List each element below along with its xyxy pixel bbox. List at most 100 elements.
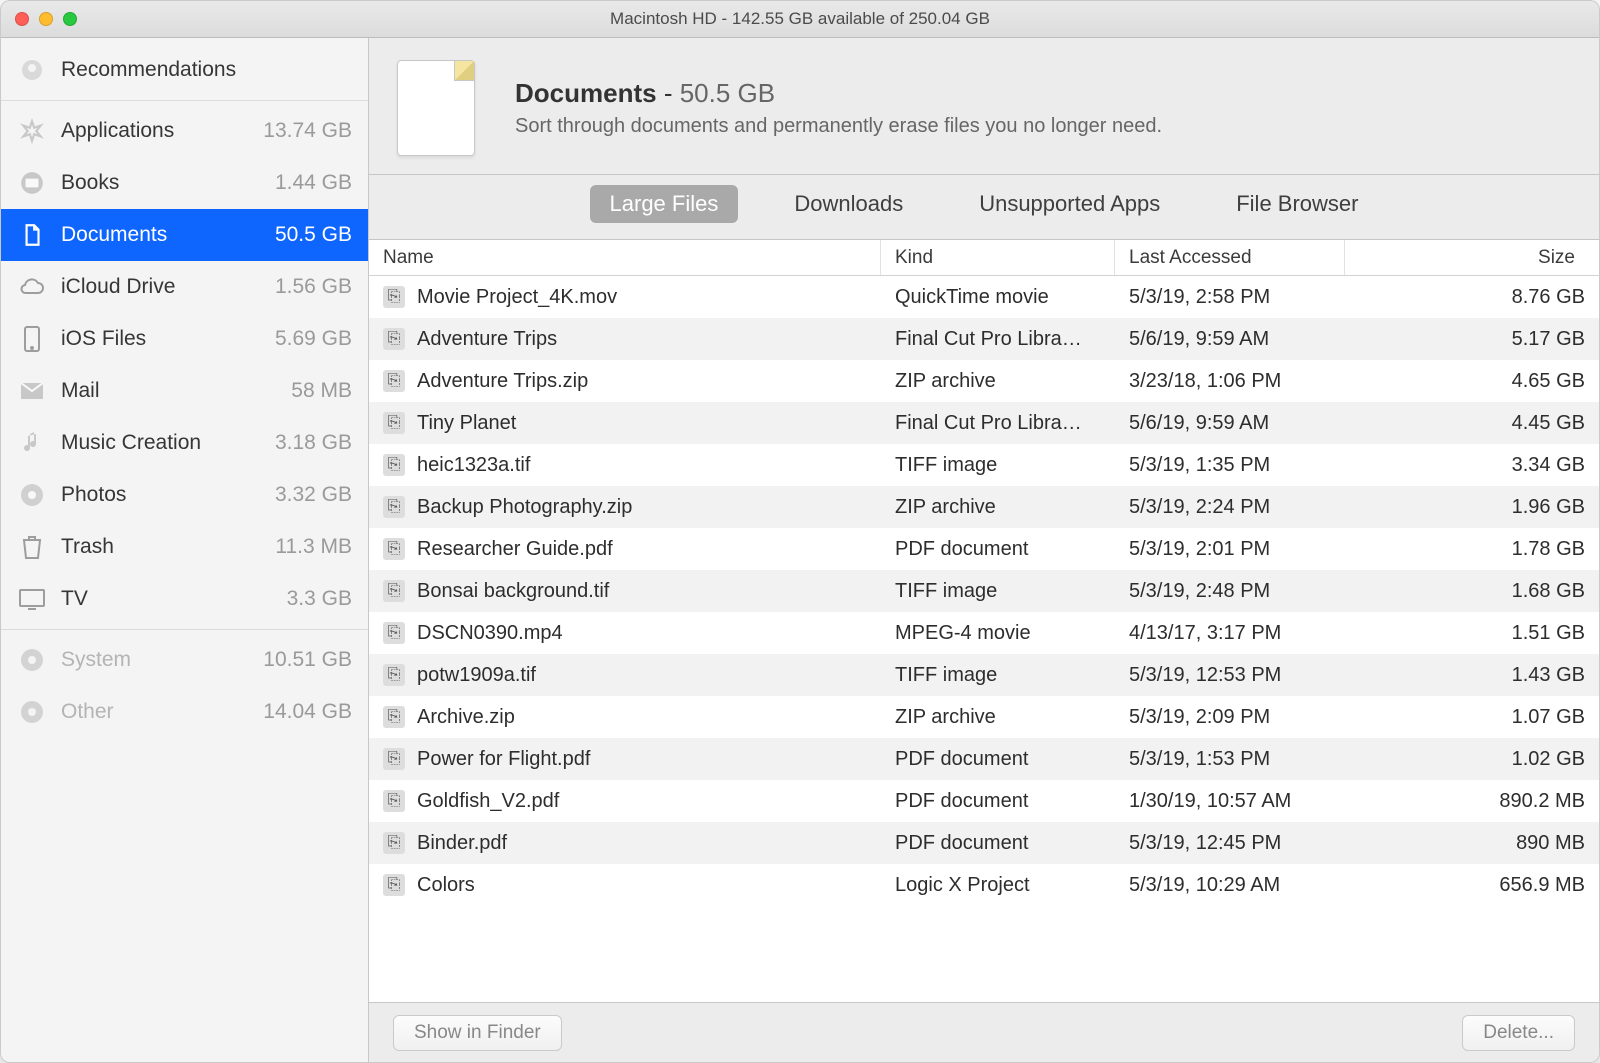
sidebar-item-system[interactable]: System 10.51 GB — [1, 634, 368, 686]
column-header-accessed[interactable]: Last Accessed — [1115, 240, 1345, 275]
table-row[interactable]: ⎘Movie Project_4K.movQuickTime movie5/3/… — [369, 276, 1599, 318]
titlebar[interactable]: Macintosh HD - 142.55 GB available of 25… — [1, 1, 1599, 38]
sidebar-item-label: Mail — [61, 379, 100, 403]
window-title: Macintosh HD - 142.55 GB available of 25… — [1, 9, 1599, 29]
file-icon: ⎘ — [383, 286, 405, 308]
sidebar-item-recommendations[interactable]: Recommendations — [1, 44, 368, 96]
table-row[interactable]: ⎘Goldfish_V2.pdfPDF document1/30/19, 10:… — [369, 780, 1599, 822]
file-kind: TIFF image — [881, 580, 1115, 603]
sidebar-item-size: 11.3 MB — [275, 535, 352, 559]
table-row[interactable]: ⎘Bonsai background.tifTIFF image5/3/19, … — [369, 570, 1599, 612]
sidebar-item-tv[interactable]: TV 3.3 GB — [1, 573, 368, 625]
sidebar: Recommendations Applications 13.74 GB Bo… — [1, 38, 369, 1062]
sidebar-item-other[interactable]: Other 14.04 GB — [1, 686, 368, 738]
file-icon: ⎘ — [383, 706, 405, 728]
file-icon: ⎘ — [383, 832, 405, 854]
file-accessed: 5/6/19, 9:59 AM — [1115, 328, 1345, 351]
main-content: Documents - 50.5 GB Sort through documen… — [369, 38, 1599, 1062]
sidebar-item-label: iCloud Drive — [61, 275, 175, 299]
file-size: 3.34 GB — [1345, 454, 1599, 477]
file-icon: ⎘ — [383, 622, 405, 644]
file-size: 1.51 GB — [1345, 622, 1599, 645]
sidebar-item-size: 3.32 GB — [275, 483, 352, 507]
tab-large-files[interactable]: Large Files — [590, 185, 739, 223]
file-kind: ZIP archive — [881, 706, 1115, 729]
table-row[interactable]: ⎘heic1323a.tifTIFF image5/3/19, 1:35 PM3… — [369, 444, 1599, 486]
file-size: 5.17 GB — [1345, 328, 1599, 351]
file-name: Goldfish_V2.pdf — [417, 790, 559, 813]
sidebar-item-icloud-drive[interactable]: iCloud Drive 1.56 GB — [1, 261, 368, 313]
table-row[interactable]: ⎘ Backup Photography.zip ZIP archive5/3/19… — [369, 486, 1599, 528]
sidebar-item-label: Music Creation — [61, 431, 201, 455]
sidebar-item-mail[interactable]: Mail 58 MB — [1, 365, 368, 417]
gear-icon — [17, 697, 47, 727]
file-kind: TIFF image — [881, 454, 1115, 477]
file-size: 8.76 GB — [1345, 286, 1599, 309]
file-size: 1.96 GB — [1345, 496, 1599, 519]
category-header: Documents - 50.5 GB Sort through documen… — [369, 38, 1599, 174]
applications-icon — [17, 116, 47, 146]
file-icon: ⎘ — [383, 496, 405, 518]
icloud-icon — [17, 272, 47, 302]
sidebar-item-books[interactable]: Books 1.44 GB — [1, 157, 368, 209]
file-kind: MPEG-4 movie — [881, 622, 1115, 645]
sidebar-item-applications[interactable]: Applications 13.74 GB — [1, 105, 368, 157]
column-header-name[interactable]: Name — [369, 240, 881, 275]
sidebar-item-label: Photos — [61, 483, 126, 507]
file-name: Backup Photography.zip — [417, 496, 632, 519]
file-accessed: 5/3/19, 1:53 PM — [1115, 748, 1345, 771]
file-size: 1.07 GB — [1345, 706, 1599, 729]
tab-unsupported-apps[interactable]: Unsupported Apps — [959, 185, 1180, 223]
sidebar-item-label: Books — [61, 171, 119, 195]
file-accessed: 5/3/19, 2:58 PM — [1115, 286, 1345, 309]
file-accessed: 5/3/19, 2:48 PM — [1115, 580, 1345, 603]
file-icon: ⎘ — [383, 874, 405, 896]
table-row[interactable]: ⎘ColorsLogic X Project5/3/19, 10:29 AM65… — [369, 864, 1599, 906]
photos-icon — [17, 480, 47, 510]
file-icon: ⎘ — [383, 664, 405, 686]
file-size: 656.9 MB — [1345, 874, 1599, 897]
file-size: 1.78 GB — [1345, 538, 1599, 561]
table-row[interactable]: ⎘Archive.zipZIP archive5/3/19, 2:09 PM1.… — [369, 696, 1599, 738]
tab-downloads[interactable]: Downloads — [774, 185, 923, 223]
sidebar-item-size: 50.5 GB — [275, 223, 352, 247]
file-kind: Final Cut Pro Libra… — [881, 412, 1115, 435]
table-row[interactable]: ⎘Power for Flight.pdfPDF document5/3/19,… — [369, 738, 1599, 780]
table-row[interactable]: ⎘Tiny PlanetFinal Cut Pro Libra…5/6/19, … — [369, 402, 1599, 444]
delete-button[interactable]: Delete... — [1462, 1015, 1575, 1051]
show-in-finder-button[interactable]: Show in Finder — [393, 1015, 562, 1051]
tab-file-browser[interactable]: File Browser — [1216, 185, 1378, 223]
sidebar-divider — [1, 100, 368, 101]
sidebar-item-ios-files[interactable]: iOS Files 5.69 GB — [1, 313, 368, 365]
column-header-kind[interactable]: Kind — [881, 240, 1115, 275]
file-name: Binder.pdf — [417, 832, 507, 855]
sidebar-item-photos[interactable]: Photos 3.32 GB — [1, 469, 368, 521]
table-row[interactable]: ⎘potw1909a.tifTIFF image5/3/19, 12:53 PM… — [369, 654, 1599, 696]
sidebar-item-music-creation[interactable]: Music Creation 3.18 GB — [1, 417, 368, 469]
sidebar-divider — [1, 629, 368, 630]
file-kind: ZIP archive — [881, 496, 1115, 519]
documents-icon — [17, 220, 47, 250]
file-kind: QuickTime movie — [881, 286, 1115, 309]
file-accessed: 5/3/19, 2:01 PM — [1115, 538, 1345, 561]
table-body[interactable]: ⎘Movie Project_4K.movQuickTime movie5/3/… — [369, 276, 1599, 1002]
table-row[interactable]: ⎘DSCN0390.mp4MPEG-4 movie4/13/17, 3:17 P… — [369, 612, 1599, 654]
file-name: Archive.zip — [417, 706, 515, 729]
sidebar-item-label: Other — [61, 700, 114, 724]
sidebar-item-trash[interactable]: Trash 11.3 MB — [1, 521, 368, 573]
sidebar-item-size: 58 MB — [291, 379, 352, 403]
category-subtitle: Sort through documents and permanently e… — [515, 115, 1162, 138]
table-row[interactable]: ⎘Adventure Trips.zipZIP archive3/23/18, … — [369, 360, 1599, 402]
file-accessed: 3/23/18, 1:06 PM — [1115, 370, 1345, 393]
table-row[interactable]: ⎘Adventure TripsFinal Cut Pro Libra…5/6/… — [369, 318, 1599, 360]
table-row[interactable]: ⎘Researcher Guide.pdfPDF document5/3/19,… — [369, 528, 1599, 570]
file-size: 4.45 GB — [1345, 412, 1599, 435]
file-kind: PDF document — [881, 748, 1115, 771]
table-row[interactable]: ⎘Binder.pdfPDF document5/3/19, 12:45 PM8… — [369, 822, 1599, 864]
column-header-size[interactable]: Size — [1345, 240, 1599, 275]
file-accessed: 5/3/19, 2:24 PM — [1115, 496, 1345, 519]
file-size: 4.65 GB — [1345, 370, 1599, 393]
category-size: 50.5 GB — [680, 78, 775, 108]
tv-icon — [17, 584, 47, 614]
sidebar-item-documents[interactable]: Documents 50.5 GB — [1, 209, 368, 261]
